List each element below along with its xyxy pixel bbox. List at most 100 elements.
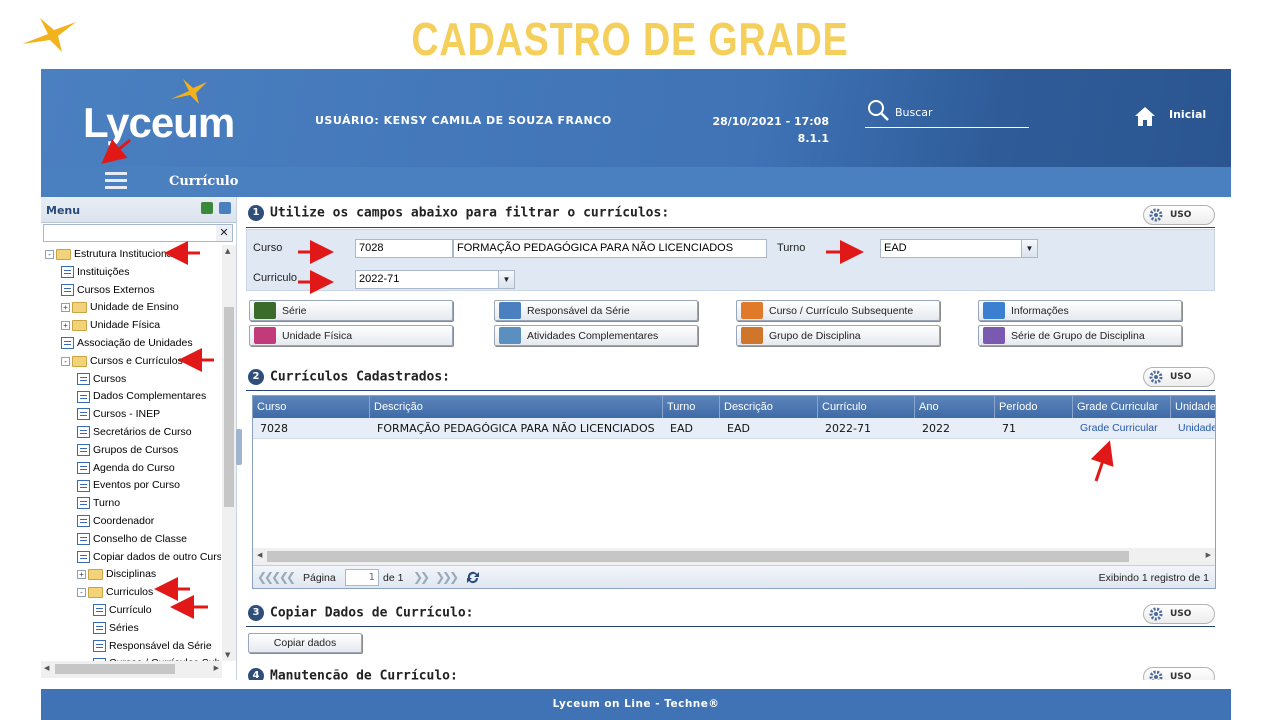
expand-icon[interactable]: + [61, 303, 70, 313]
menu-search-input[interactable]: ✕ [43, 224, 233, 242]
section3-uso-toggle[interactable]: USO [1143, 604, 1215, 624]
pin-icon[interactable] [219, 202, 231, 214]
column-header[interactable]: Descrição [370, 396, 663, 418]
action-button-atividades-complementares[interactable]: Atividades Complementares [494, 325, 698, 346]
folder-icon [72, 355, 87, 367]
collapse-icon[interactable]: - [77, 587, 86, 597]
search-icon[interactable] [867, 99, 891, 123]
table-link[interactable]: Grade Curricular [1073, 418, 1171, 439]
action-button-s-rie-de-grupo-de-disciplina[interactable]: Série de Grupo de Disciplina [978, 325, 1182, 346]
books-icon [741, 327, 763, 344]
column-header[interactable]: Currículo [818, 396, 915, 418]
refresh-icon[interactable] [201, 202, 213, 214]
hamburger-menu-icon[interactable] [105, 172, 127, 190]
page-of-label: de 1 [383, 572, 404, 584]
main-content: 1 Utilize os campos abaixo para filtrar o… [246, 197, 1221, 680]
sidebar-splitter[interactable] [236, 429, 242, 465]
search-field[interactable]: Buscar [865, 99, 1029, 128]
expand-icon[interactable]: + [77, 570, 86, 580]
collapse-icon[interactable]: - [61, 356, 70, 366]
column-header[interactable]: Turno [663, 396, 720, 418]
refresh-icon[interactable] [465, 570, 481, 585]
page-label: Página [303, 572, 336, 584]
sidebar-item-secret-rios-de-curso[interactable]: Secretários de Curso [77, 424, 192, 440]
action-button-s-rie[interactable]: Série [249, 300, 453, 321]
table-scroll-thumb[interactable] [267, 551, 1129, 562]
chevron-down-icon: ▼ [498, 271, 514, 288]
sidebar-item-label: Disciplinas [106, 568, 157, 581]
sidebar-item-respons-vel-da-s-rie[interactable]: Responsável da Série [93, 638, 212, 654]
sidebar-item-curriculos[interactable]: - Curriculos [77, 584, 153, 600]
copy-data-button[interactable]: Copiar dados [248, 633, 362, 653]
gear-icon [1149, 607, 1163, 621]
sidebar-item-copiar-dados-de-outro-curso[interactable]: Copiar dados de outro Curso [77, 549, 221, 565]
curso-code-input[interactable]: 7028 [355, 239, 453, 258]
column-header[interactable]: Período [995, 396, 1073, 418]
sidebar-item-agenda-do-curso[interactable]: Agenda do Curso [77, 460, 175, 476]
table-row[interactable]: 7028 FORMAÇÃO PEDAGÓGICA PARA NÃO LICENCI… [253, 418, 1215, 439]
section2-uso-toggle[interactable]: USO [1143, 367, 1215, 387]
sidebar-item-cursos-externos[interactable]: Cursos Externos [61, 282, 155, 298]
column-header[interactable]: Ano [915, 396, 995, 418]
sidebar-item-s-ries[interactable]: Séries [93, 620, 139, 636]
last-page-icon[interactable]: ❯❯❯ [435, 570, 459, 584]
table-horizontal-scrollbar[interactable]: ◀ ▶ [253, 548, 1215, 565]
sidebar-item-cursos-inep[interactable]: Cursos - INEP [77, 406, 160, 422]
column-header[interactable]: Unidade [1171, 396, 1215, 418]
first-page-icon[interactable]: ❮❮❮ [257, 570, 281, 584]
sidebar-title: Menu [46, 204, 81, 217]
action-button-informa-es[interactable]: Informações [978, 300, 1182, 321]
column-header[interactable]: Grade Curricular [1073, 396, 1171, 418]
sidebar-item-associa-o-de-unidades[interactable]: Associação de Unidades [61, 335, 193, 351]
action-button-respons-vel-da-s-rie[interactable]: Responsável da Série [494, 300, 698, 321]
sidebar-item-turno[interactable]: Turno [77, 495, 120, 511]
page-icon [77, 408, 90, 421]
sidebar-item-cursos-e-curr-culos[interactable]: - Cursos e Currículos [61, 353, 183, 369]
sidebar-item-coordenador[interactable]: Coordenador [77, 513, 154, 529]
section4-uso-toggle[interactable]: USO [1143, 667, 1215, 680]
column-header[interactable]: Descrição [720, 396, 818, 418]
sidebar-horizontal-scrollbar[interactable]: ◀ ▶ [41, 661, 222, 678]
sidebar-item-unidade-f-sica[interactable]: + Unidade Física [61, 317, 160, 333]
sidebar-item-cursos[interactable]: Cursos [77, 371, 126, 387]
sidebar-item-grupos-de-cursos[interactable]: Grupos de Cursos [77, 442, 178, 458]
sidebar-item-conselho-de-classe[interactable]: Conselho de Classe [77, 531, 187, 547]
page-icon [93, 604, 106, 617]
sidebar-item-institui-es[interactable]: Instituições [61, 264, 130, 280]
user-label: USUÁRIO: KENSY CAMILA DE SOUZA FRANCO [315, 114, 612, 127]
sidebar-item-dados-complementares[interactable]: Dados Complementares [77, 388, 206, 404]
sidebar-menu: Menu ✕ - Estrutura Institucional Instituiç… [41, 197, 237, 680]
datetime-version: 28/10/2021 - 17:08 8.1.1 [701, 113, 829, 147]
home-icon [1135, 107, 1155, 126]
action-button-unidade-f-sica[interactable]: Unidade Física [249, 325, 453, 346]
section3-number: 3 [248, 605, 264, 621]
sidebar-hscroll-thumb[interactable] [55, 664, 175, 674]
prev-page-icon[interactable]: ❮❮ [279, 570, 296, 584]
section1-uso-toggle[interactable]: USO [1143, 205, 1215, 225]
sidebar-item-label: Turno [93, 497, 121, 510]
collapse-icon[interactable]: - [45, 249, 54, 259]
expand-icon[interactable]: + [61, 320, 70, 330]
sidebar-scroll-thumb[interactable] [224, 307, 234, 507]
sidebar-item-disciplinas[interactable]: + Disciplinas [77, 566, 156, 582]
action-button-grupo-de-disciplina[interactable]: Grupo de Disciplina [736, 325, 940, 346]
curso-name-input[interactable]: FORMAÇÃO PEDAGÓGICA PARA NÃO LICENCIADOS [453, 239, 767, 258]
sidebar-item-estrutura-institucional[interactable]: - Estrutura Institucional [45, 246, 175, 262]
next-page-icon[interactable]: ❯❯ [413, 570, 430, 584]
page-number-input[interactable]: 1 [345, 569, 379, 586]
column-header[interactable]: Curso [253, 396, 370, 418]
table-link[interactable]: Unidade [1171, 418, 1215, 439]
responsible-icon [499, 302, 521, 319]
lyceum-logo[interactable]: Lyceum [83, 99, 235, 147]
turno-select[interactable]: EAD ▼ [880, 239, 1038, 258]
page-icon [77, 497, 90, 510]
sidebar-item-eventos-por-curso[interactable]: Eventos por Curso [77, 477, 180, 493]
clear-icon[interactable]: ✕ [216, 225, 232, 241]
sidebar-item-unidade-de-ensino[interactable]: + Unidade de Ensino [61, 299, 179, 315]
table-cell: 2022-71 [825, 422, 871, 435]
sidebar-vertical-scrollbar[interactable]: ▲ ▼ [222, 245, 236, 661]
sidebar-item-curr-culo[interactable]: Currículo [93, 602, 152, 618]
section1-title: 1 Utilize os campos abaixo para filtrar o… [248, 205, 669, 221]
curriculo-select[interactable]: 2022-71 ▼ [355, 270, 515, 289]
action-button-curso-curr-culo-subsequente[interactable]: Curso / Currículo Subsequente [736, 300, 940, 321]
